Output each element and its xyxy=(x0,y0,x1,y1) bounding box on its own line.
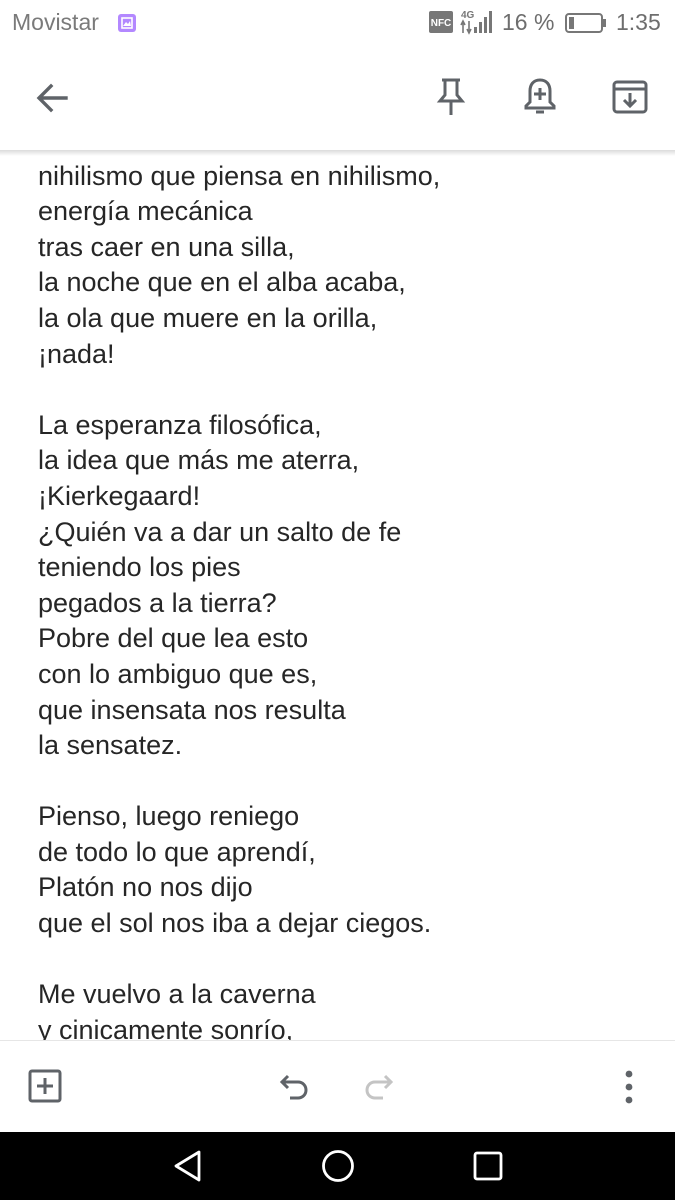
redo-button[interactable] xyxy=(363,1070,399,1109)
redo-icon xyxy=(365,1074,394,1100)
nav-home-button[interactable] xyxy=(320,1148,356,1189)
note-line: Pienso, luego reniego xyxy=(38,801,300,832)
nav-recent-button[interactable] xyxy=(472,1150,504,1187)
bottom-toolbar xyxy=(0,1040,675,1133)
more-vert-icon xyxy=(625,1070,633,1104)
note-line: Pobre del que lea esto xyxy=(38,623,309,654)
status-bar: Movistar NFC 4G 16 % 1:35 xyxy=(0,0,675,46)
battery-percent: 16 % xyxy=(502,9,555,35)
nav-back-icon xyxy=(174,1150,201,1182)
archive-button[interactable] xyxy=(611,78,649,121)
note-line: de todo lo que aprendí, xyxy=(38,836,316,867)
note-line-partial: · · xyxy=(38,150,658,159)
archive-icon xyxy=(612,80,648,114)
undo-icon xyxy=(279,1074,308,1100)
nav-back-button[interactable] xyxy=(171,1148,205,1189)
note-line: tras caer en una silla, xyxy=(38,231,295,262)
note-line: que insensata nos resulta xyxy=(38,694,346,725)
gallery-icon xyxy=(118,14,136,32)
svg-text:NFC: NFC xyxy=(431,18,452,29)
note-line: Me vuelvo a la caverna xyxy=(38,979,316,1010)
more-options-button[interactable] xyxy=(618,1068,640,1111)
note-line: ¿Quién va a dar un salto de fe xyxy=(38,516,402,547)
add-box-icon xyxy=(28,1069,62,1103)
battery-icon xyxy=(565,13,606,33)
note-line: la idea que más me aterra, xyxy=(38,445,360,476)
note-line: y cinicamente sonrío, xyxy=(38,1014,294,1040)
note-body[interactable]: · · nihilismo que piensa en nihilismo, e… xyxy=(0,150,675,1040)
app-bar xyxy=(0,46,675,150)
undo-button[interactable] xyxy=(274,1070,310,1109)
back-arrow-icon xyxy=(36,83,68,113)
note-line xyxy=(38,372,658,408)
add-reminder-icon xyxy=(524,78,556,114)
note-line: que el sol nos iba a dejar ciegos. xyxy=(38,908,432,939)
back-button[interactable] xyxy=(32,78,72,123)
nav-home-icon xyxy=(322,1150,354,1182)
note-line: La esperanza filosófica, xyxy=(38,409,322,440)
note-line: Platón no nos dijo xyxy=(38,872,253,903)
note-line: ¡Kierkegaard! xyxy=(38,480,201,511)
note-line: la ola que muere en la orilla, xyxy=(38,302,378,333)
pin-icon xyxy=(436,78,466,115)
note-line xyxy=(38,764,658,800)
pin-button[interactable] xyxy=(433,76,469,123)
note-text[interactable]: · · nihilismo que piensa en nihilismo, e… xyxy=(38,150,658,1040)
note-line: la noche que en el alba acaba, xyxy=(38,267,406,298)
add-content-button[interactable] xyxy=(27,1068,63,1109)
note-line: la sensatez. xyxy=(38,730,183,761)
note-line: pegados a la tierra? xyxy=(38,587,277,618)
note-line xyxy=(38,942,658,978)
nfc-icon: NFC xyxy=(429,11,453,33)
note-line: teniendo los pies xyxy=(38,552,241,583)
clock: 1:35 xyxy=(616,9,661,35)
note-line: energía mecánica xyxy=(38,196,253,227)
note-line: con lo ambiguo que es, xyxy=(38,658,318,689)
signal-icon: 4G xyxy=(460,10,492,35)
nav-recent-icon xyxy=(473,1151,503,1181)
carrier-name: Movistar xyxy=(12,9,99,35)
add-reminder-button[interactable] xyxy=(522,76,558,123)
note-line: nihilismo que piensa en nihilismo, xyxy=(38,160,441,191)
note-line: ¡nada! xyxy=(38,338,115,369)
